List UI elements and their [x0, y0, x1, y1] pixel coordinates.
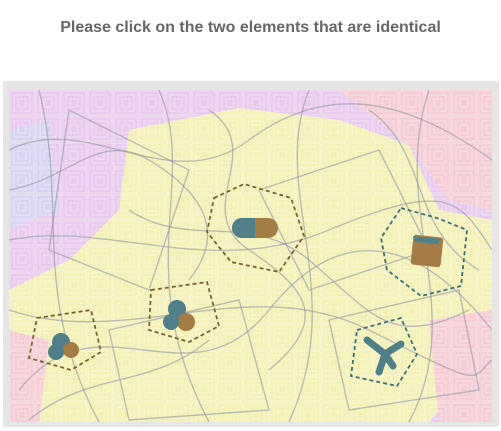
instruction-text: Please click on the two elements that ar… [60, 19, 441, 36]
captcha-image [9, 90, 492, 422]
captcha-canvas[interactable] [9, 90, 492, 422]
